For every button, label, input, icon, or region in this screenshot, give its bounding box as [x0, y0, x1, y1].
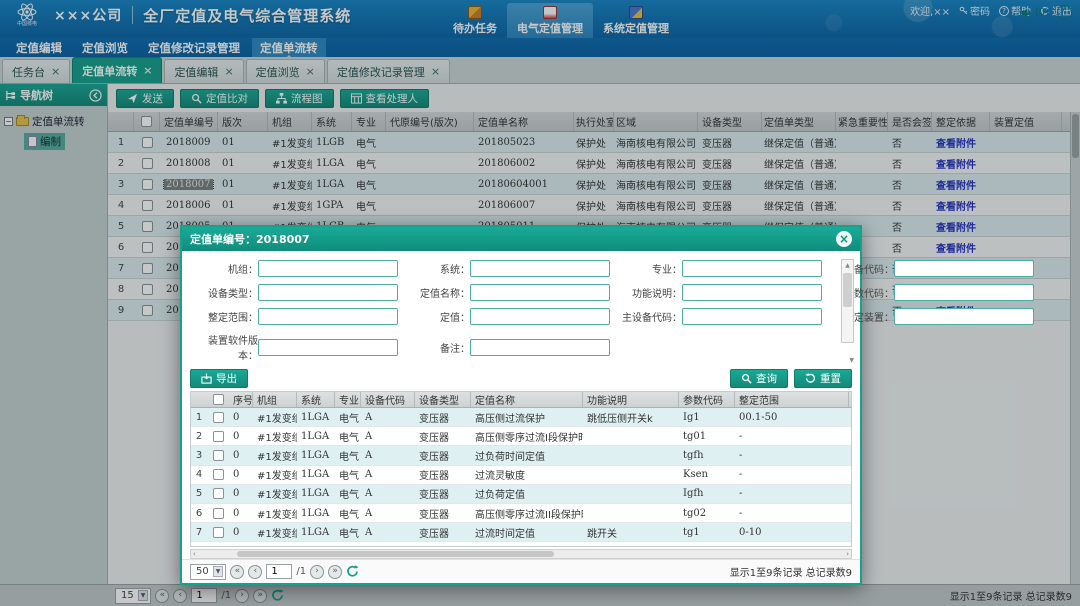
field-input[interactable]: [682, 308, 822, 325]
form-field: 定值: [404, 308, 610, 325]
form-field: 功能说明: [616, 284, 822, 301]
dialog-pagination: 50▼ « ‹ /1 › »: [190, 564, 359, 580]
form-field: 定值名称: [404, 284, 610, 301]
field-label: 定值: [404, 309, 470, 324]
detail-table-row[interactable]: 5 0 #1发变组 1LGA 电气 A 变压器 过负荷定值 Igfh -: [191, 485, 851, 504]
detail-table-row[interactable]: 8 0 #1发变组 1LGA 电气 A 变压器 高压侧零序过流II段保护 Ig0…: [191, 542, 851, 547]
detail-row-checkbox[interactable]: [213, 527, 224, 538]
form-field: 机组: [192, 260, 398, 277]
field-input[interactable]: [894, 260, 1034, 277]
field-label: 参数代码: [828, 285, 894, 300]
field-label: 专业: [616, 261, 682, 276]
field-label: 设备类型: [192, 285, 258, 300]
detail-select-all-checkbox[interactable]: [213, 394, 224, 405]
detail-row-checkbox[interactable]: [213, 469, 224, 480]
detail-row-checkbox[interactable]: [213, 412, 224, 423]
refresh-icon[interactable]: [346, 565, 359, 578]
scroll-down-icon[interactable]: ▼: [849, 357, 854, 364]
settings-order-dialog: 定值单编号：2018007 × 机组 系统 专业: [180, 225, 862, 585]
dialog-first-page-button[interactable]: «: [230, 565, 244, 579]
field-input[interactable]: [258, 284, 398, 301]
export-button[interactable]: 导出: [190, 369, 248, 388]
detail-row-checkbox[interactable]: [213, 546, 224, 547]
detail-table-row[interactable]: 3 0 #1发变组 1LGA 电气 A 变压器 过负荷时间定值 tgfh -: [191, 446, 851, 465]
form-field: 整定范围: [192, 308, 398, 325]
dialog-filter-form: 机组 系统 专业 设备代码: [182, 251, 860, 366]
field-label: 系统: [404, 261, 470, 276]
field-input[interactable]: [258, 260, 398, 277]
dialog-page-number-input[interactable]: [266, 564, 292, 579]
field-label: 主设备代码: [616, 309, 682, 324]
query-button[interactable]: 查询: [730, 369, 788, 388]
field-label: 机组: [192, 261, 258, 276]
form-field: 备注: [404, 332, 610, 362]
field-input[interactable]: [470, 284, 610, 301]
dialog-close-button[interactable]: ×: [836, 231, 852, 247]
detail-row-checkbox[interactable]: [213, 508, 224, 519]
form-vertical-scrollbar[interactable]: ▲: [841, 259, 854, 343]
detail-row-checkbox[interactable]: [213, 450, 224, 461]
dialog-record-count-status: 显示1至9条记录 总记录数9: [730, 564, 852, 579]
dialog-titlebar: 定值单编号：2018007 ×: [182, 227, 860, 251]
field-input[interactable]: [682, 284, 822, 301]
scroll-left-icon: ‹: [193, 550, 196, 558]
dialog-next-page-button[interactable]: ›: [310, 565, 324, 579]
dialog-detail-table: 序号 机组 系统 专业 设备代码 设备类型 定值名称 功能说明 参数代码 整定范…: [190, 391, 852, 547]
field-input[interactable]: [470, 339, 610, 356]
dialog-page-total: /1: [296, 566, 306, 577]
form-field: 装置软件版本: [192, 332, 398, 362]
field-input[interactable]: [894, 308, 1034, 325]
field-label: 备注: [404, 340, 470, 355]
field-label: 装置软件版本: [192, 332, 258, 362]
form-field: 设备代码: [828, 260, 1034, 277]
form-field: 参数代码: [828, 284, 1034, 301]
form-field: 设定装置: [828, 308, 1034, 325]
field-label: 整定范围: [192, 309, 258, 324]
detail-table-row[interactable]: 4 0 #1发变组 1LGA 电气 A 变压器 过流灵敏度 Ksen -: [191, 466, 851, 485]
reset-icon: [805, 373, 816, 384]
detail-table-row[interactable]: 7 0 #1发变组 1LGA 电气 A 变压器 过流时间定值 跳开关 tg1 0…: [191, 523, 851, 542]
dialog-prev-page-button[interactable]: ‹: [248, 565, 262, 579]
field-label: 定值名称: [404, 285, 470, 300]
field-input[interactable]: [258, 308, 398, 325]
detail-row-checkbox[interactable]: [213, 431, 224, 442]
field-input[interactable]: [470, 308, 610, 325]
field-label: 功能说明: [616, 285, 682, 300]
field-label: 设备代码: [828, 261, 894, 276]
field-input[interactable]: [470, 260, 610, 277]
app-window: 中国核电 ×××公司 全厂定值及电气综合管理系统 欢迎,×× 密码 ? 帮助 退…: [0, 0, 1080, 606]
reset-button[interactable]: 重置: [794, 369, 852, 388]
search-icon: [741, 373, 752, 384]
detail-table-header: 序号 机组 系统 专业 设备代码 设备类型 定值名称 功能说明 参数代码 整定范…: [191, 392, 851, 408]
form-field: 主设备代码: [616, 308, 822, 325]
dialog-last-page-button[interactable]: »: [328, 565, 342, 579]
field-input[interactable]: [894, 284, 1034, 301]
detail-table-row[interactable]: 1 0 #1发变组 1LGA 电气 A 变压器 高压侧过流保护 跳低压侧开关k …: [191, 408, 851, 427]
field-input[interactable]: [258, 339, 398, 356]
dialog-toolbar: 导出 查询 重置: [182, 366, 860, 391]
dialog-page-size-select[interactable]: 50▼: [190, 564, 226, 580]
scroll-right-icon: ›: [846, 550, 849, 558]
detail-table-body: 1 0 #1发变组 1LGA 电气 A 变压器 高压侧过流保护 跳低压侧开关k …: [191, 408, 851, 547]
detail-table-row[interactable]: 2 0 #1发变组 1LGA 电气 A 变压器 高压侧零序过流I段保护时间 tg…: [191, 427, 851, 446]
export-icon: [201, 373, 212, 384]
detail-table-row[interactable]: 6 0 #1发变组 1LGA 电气 A 变压器 高压侧零序过流II段保护时间 t…: [191, 504, 851, 523]
form-field: 专业: [616, 260, 822, 277]
chevron-down-icon: ▼: [213, 566, 224, 577]
field-input[interactable]: [682, 260, 822, 277]
dialog-footer: 50▼ « ‹ /1 › » 显示1至9条记录 总记录数9: [182, 559, 860, 583]
form-field: 设备类型: [192, 284, 398, 301]
dialog-title: 定值单编号：2018007: [190, 231, 310, 247]
detail-horizontal-scrollbar[interactable]: ‹ ›: [190, 549, 852, 559]
form-field: 系统: [404, 260, 610, 277]
scroll-up-icon: ▲: [845, 260, 850, 271]
field-label: 设定装置: [828, 309, 894, 324]
detail-row-checkbox[interactable]: [213, 488, 224, 499]
